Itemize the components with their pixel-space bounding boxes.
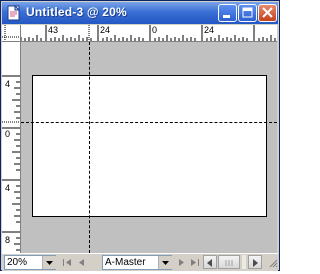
scroll-right-button[interactable] (248, 255, 262, 269)
next-page-icon (179, 259, 184, 266)
scroll-left-button[interactable] (203, 255, 217, 269)
zoom-dropdown-button[interactable] (42, 256, 56, 269)
page-field[interactable]: A-Master (102, 255, 172, 270)
ruler-label: 0 (5, 129, 11, 139)
ruler-label: 0 (152, 25, 158, 35)
ruler-origin[interactable] (2, 25, 21, 42)
previous-page-icon (79, 259, 84, 266)
ruler-label: 24 (204, 25, 215, 35)
resize-grip[interactable] (266, 256, 278, 269)
scroll-thumb[interactable] (218, 255, 240, 269)
first-page-button[interactable] (62, 256, 73, 269)
minimize-button[interactable] (218, 4, 237, 22)
ruler-label: 4 (5, 183, 11, 193)
chevron-down-icon (46, 261, 53, 265)
grip-icon (225, 260, 233, 266)
horizontal-ruler-ticks (21, 25, 276, 41)
maximize-button[interactable] (238, 4, 257, 22)
vertical-ruler-ticks (2, 75, 20, 251)
previous-page-button[interactable] (76, 256, 87, 269)
title-bar[interactable]: Untitled-3 @ 20% (2, 2, 278, 24)
zoom-value: 20% (7, 257, 28, 268)
ruler-label: 8 (5, 235, 11, 245)
horizontal-guide[interactable] (21, 122, 277, 123)
last-page-button[interactable] (189, 256, 200, 269)
ruler-label: 4 (5, 79, 11, 89)
minimize-icon (223, 15, 230, 18)
window-title: Untitled-3 @ 20% (26, 5, 127, 19)
status-bar: 20% A-Master (2, 253, 278, 271)
close-icon (262, 7, 273, 18)
ruler-label: 24 (100, 25, 111, 35)
pasteboard[interactable] (21, 42, 277, 253)
scroll-track[interactable] (242, 255, 246, 269)
vertical-guide[interactable] (89, 42, 90, 253)
document-icon[interactable] (6, 4, 22, 21)
resize-grip-icon (269, 259, 278, 268)
page-value: A-Master (105, 257, 146, 268)
ruler-label: 43 (48, 25, 59, 35)
close-button[interactable] (258, 4, 277, 22)
arrow-left-icon (207, 259, 212, 267)
first-page-icon (63, 259, 71, 266)
vertical-ruler[interactable]: 4 0 4 8 (2, 42, 21, 253)
page-dropdown-button[interactable] (158, 256, 172, 269)
arrow-right-icon (253, 259, 258, 267)
document-page[interactable] (32, 75, 267, 217)
chevron-down-icon (162, 261, 169, 265)
maximize-icon (242, 7, 253, 18)
zoom-field[interactable]: 20% (4, 255, 56, 270)
document-window: Untitled-3 @ 20% 43 24 0 24 4 0 4 8 20% … (0, 0, 280, 271)
horizontal-ruler[interactable]: 43 24 0 24 (21, 25, 277, 42)
last-page-icon (191, 259, 199, 266)
next-page-button[interactable] (176, 256, 187, 269)
